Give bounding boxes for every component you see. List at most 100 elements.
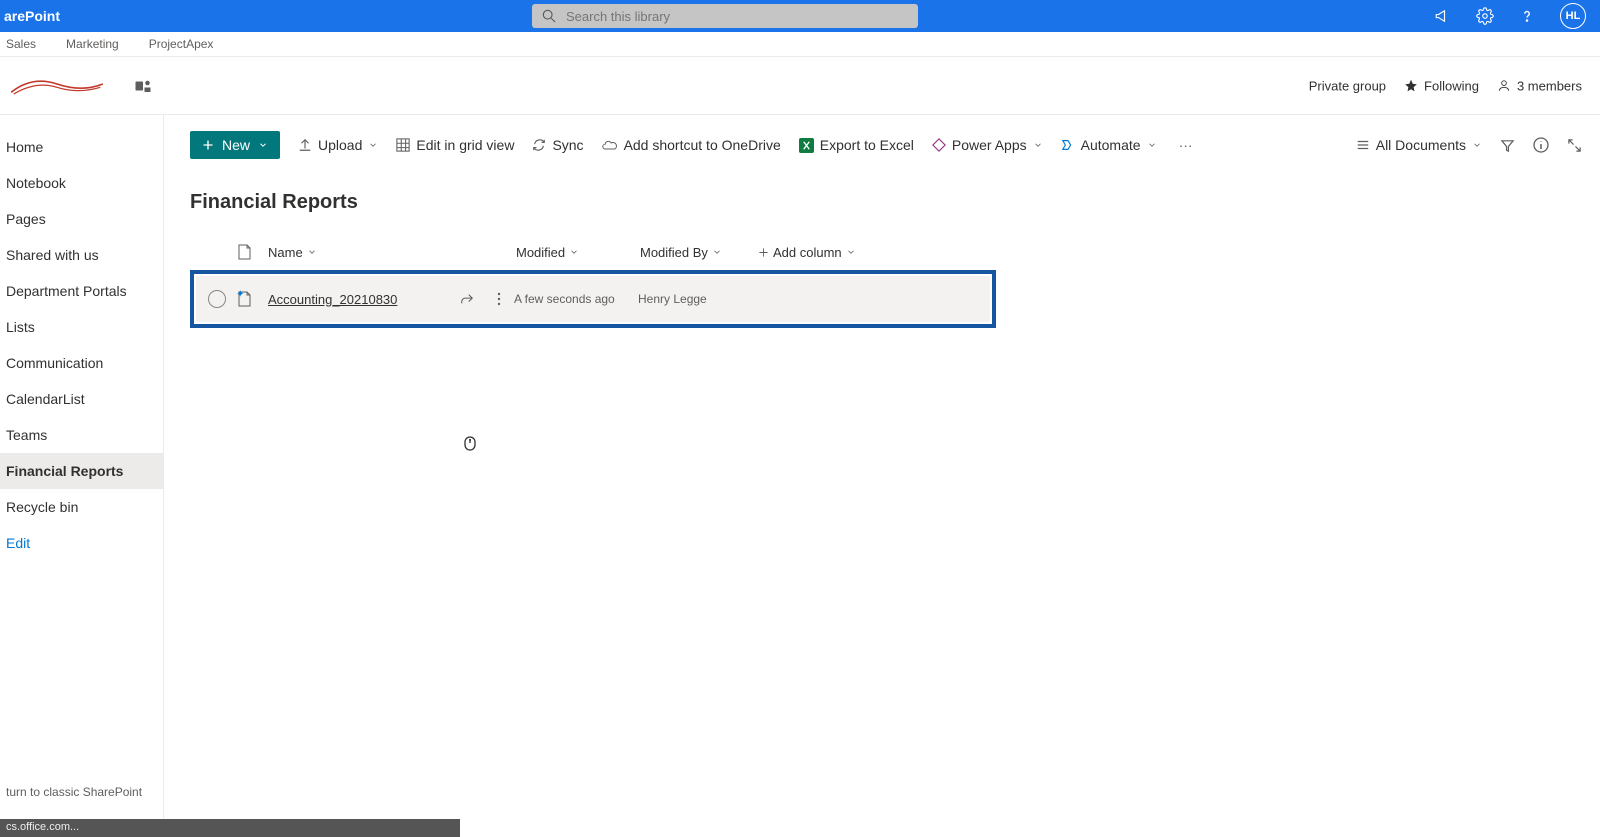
help-icon[interactable] [1518,7,1536,25]
row-select[interactable] [196,290,238,308]
settings-icon[interactable] [1476,7,1494,25]
shortcut-button[interactable]: Add shortcut to OneDrive [602,137,781,153]
automate-label: Automate [1081,137,1141,153]
page-layout: Home Notebook Pages Shared with us Depar… [0,115,1600,837]
shortcut-label: Add shortcut to OneDrive [624,137,781,153]
chevron-down-icon [712,247,722,257]
browser-status-bar: cs.office.com... [0,819,460,837]
row-modified-by: Henry Legge [638,292,768,306]
search-input[interactable] [566,9,908,24]
col-modified-by[interactable]: Modified By [640,245,758,260]
star-icon [1404,79,1418,93]
hub-link-projectapex[interactable]: ProjectApex [149,37,214,51]
privacy-label: Private group [1309,78,1386,93]
add-column-label: Add column [773,245,842,260]
view-selector[interactable]: All Documents [1356,137,1482,153]
chevron-down-icon [569,247,579,257]
chevron-down-icon [258,140,268,150]
info-icon[interactable] [1533,137,1549,153]
plus-icon [202,139,214,151]
row-more-button[interactable] [484,292,514,306]
onedrive-icon [602,138,618,152]
grid-label: Edit in grid view [416,137,514,153]
teams-icon[interactable] [134,77,152,95]
new-indicator-icon: ✦ [236,289,244,300]
automate-button[interactable]: Automate [1061,137,1157,153]
nav-home[interactable]: Home [0,129,163,165]
nav-teams[interactable]: Teams [0,417,163,453]
file-icon: ✦ [238,291,268,307]
export-button[interactable]: Export to Excel [799,137,914,153]
list-icon [1356,138,1370,152]
sync-label: Sync [552,137,583,153]
hub-link-marketing[interactable]: Marketing [66,37,119,51]
app-brand[interactable]: arePoint [0,8,532,24]
chevron-down-icon [307,247,317,257]
plus-icon [758,247,769,258]
grid-view-button[interactable]: Edit in grid view [396,137,514,153]
person-icon [1497,79,1511,93]
site-header: Private group Following 3 members [0,57,1600,115]
more-commands-button[interactable]: ··· [1175,137,1197,153]
chevron-down-icon [846,247,856,257]
nav-recycle-bin[interactable]: Recycle bin [0,489,163,525]
hub-nav: Sales Marketing ProjectApex [0,32,1600,57]
hub-link-sales[interactable]: Sales [6,37,36,51]
col-name[interactable]: Name [268,245,516,260]
command-bar: New Upload Edit in grid view Sync Add [190,125,1582,165]
search-icon [542,9,556,23]
left-nav: Home Notebook Pages Shared with us Depar… [0,115,164,837]
table-header: Name Modified Modified By Add column [190,234,1582,270]
col-name-label: Name [268,245,303,260]
sync-button[interactable]: Sync [532,137,583,153]
new-button[interactable]: New [190,131,280,159]
members-link[interactable]: 3 members [1497,78,1582,93]
col-filetype[interactable] [238,244,268,260]
add-column-button[interactable]: Add column [758,245,856,260]
search-box[interactable] [532,4,918,28]
nav-financial-reports[interactable]: Financial Reports [0,453,163,489]
row-modified: A few seconds ago [514,292,638,306]
sync-icon [532,138,546,152]
highlighted-row-box: ✦ Accounting_20210830 A few seconds ago … [190,270,996,328]
library-title: Financial Reports [190,191,1582,214]
main-content: New Upload Edit in grid view Sync Add [164,115,1600,837]
powerapps-button[interactable]: Power Apps [932,137,1043,153]
site-header-right: Private group Following 3 members [1309,78,1582,93]
nav-pages[interactable]: Pages [0,201,163,237]
chevron-down-icon [1147,140,1157,150]
nav-shared[interactable]: Shared with us [0,237,163,273]
suite-header: arePoint HL [0,0,1600,32]
chevron-down-icon [1472,140,1482,150]
nav-lists[interactable]: Lists [0,309,163,345]
following-button[interactable]: Following [1404,78,1479,93]
filter-icon[interactable] [1500,138,1515,153]
classic-link[interactable]: turn to classic SharePoint [0,779,148,805]
nav-communication[interactable]: Communication [0,345,163,381]
excel-icon [799,138,814,153]
nav-notebook[interactable]: Notebook [0,165,163,201]
following-label: Following [1424,78,1479,93]
share-button[interactable] [450,292,484,306]
powerapps-icon [932,138,946,152]
command-bar-right: All Documents [1356,137,1582,153]
col-modified-label: Modified [516,245,565,260]
nav-edit-link[interactable]: Edit [0,525,163,561]
upload-label: Upload [318,137,362,153]
table-row[interactable]: ✦ Accounting_20210830 A few seconds ago … [196,276,990,322]
col-modified-by-label: Modified By [640,245,708,260]
export-label: Export to Excel [820,137,914,153]
automate-icon [1061,138,1075,152]
col-modified[interactable]: Modified [516,245,640,260]
expand-icon[interactable] [1567,138,1582,153]
mouse-cursor-icon [464,435,482,457]
nav-calendar[interactable]: CalendarList [0,381,163,417]
user-avatar[interactable]: HL [1560,3,1586,29]
nav-department[interactable]: Department Portals [0,273,163,309]
file-name-link[interactable]: Accounting_20210830 [268,292,450,307]
megaphone-icon[interactable] [1434,7,1452,25]
chevron-down-icon [368,140,378,150]
suite-header-right: HL [1434,3,1600,29]
site-logo[interactable] [2,62,112,110]
upload-button[interactable]: Upload [298,137,378,153]
